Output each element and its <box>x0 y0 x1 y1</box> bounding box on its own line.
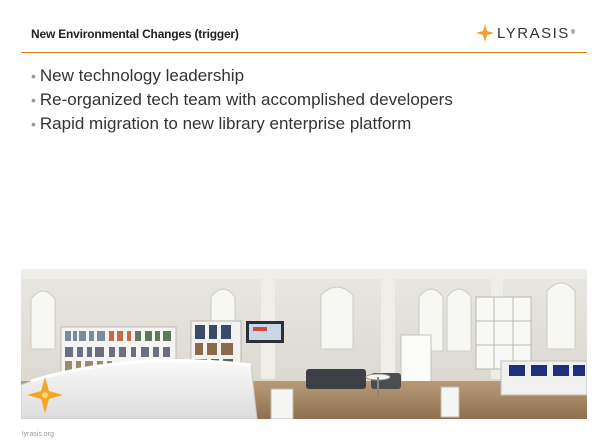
logo-trademark: ® <box>570 30 576 36</box>
library-interior-photo <box>21 269 587 419</box>
four-point-star-icon <box>476 24 494 42</box>
title-divider <box>21 52 587 53</box>
bullet-item: • New technology leadership <box>31 66 245 85</box>
lyrasis-logo: LYRASIS ® <box>476 23 575 43</box>
bullet-list: • New technology leadership • Re-organized… <box>31 65 453 137</box>
slide-title: New Environmental Changes (trigger) <box>31 27 239 41</box>
logo-text: LYRASIS <box>497 24 570 42</box>
footer-url: lyrasis.org <box>22 431 54 438</box>
slide: New Environmental Changes (trigger) LYRA… <box>0 0 594 445</box>
bullet-item: • Rapid migration to new library enterpri… <box>31 114 412 133</box>
library-photo-illustration <box>21 269 587 419</box>
bullet-item: • Re-organized tech team with accomplishe… <box>31 90 453 109</box>
